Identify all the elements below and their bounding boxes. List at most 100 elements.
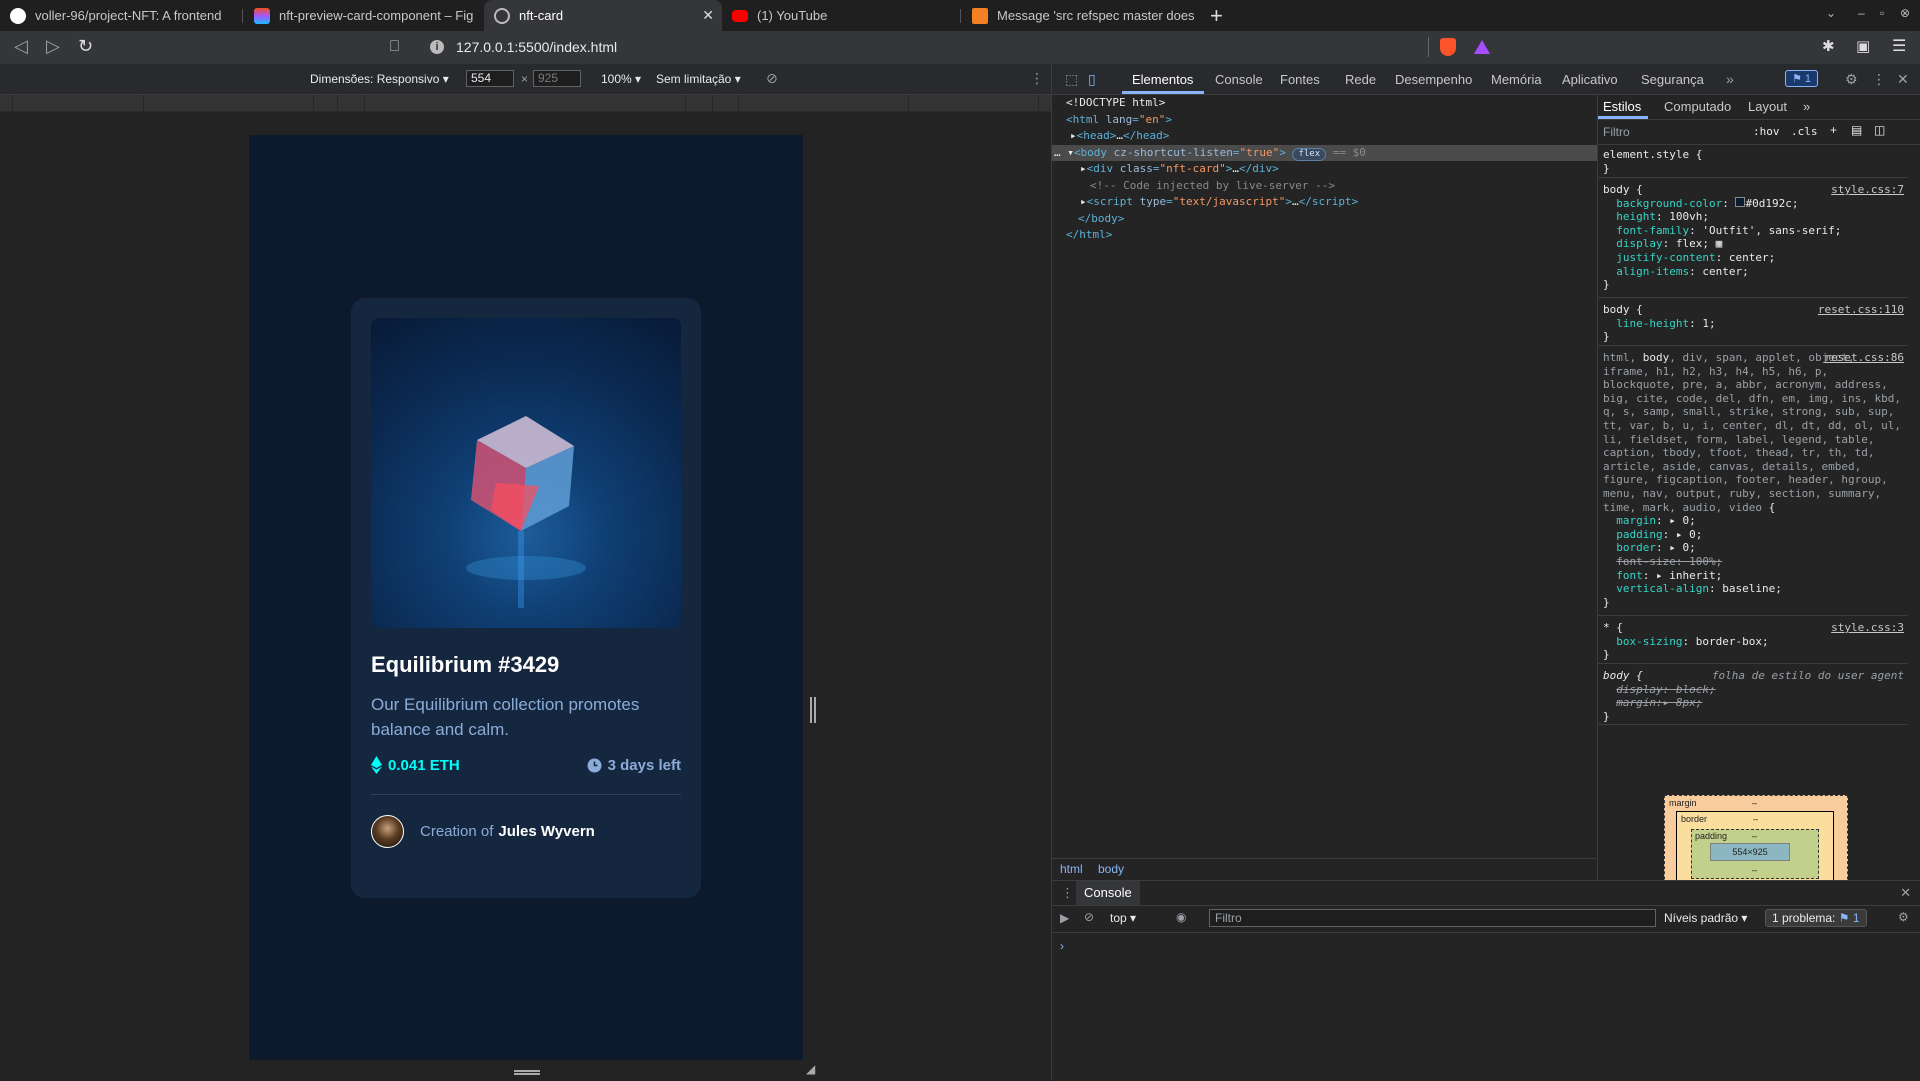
breadcrumb-html[interactable]: html — [1060, 862, 1083, 876]
issues-badge[interactable]: ⚑ 1 — [1785, 70, 1819, 87]
eye-icon[interactable]: ◉ — [1176, 910, 1186, 924]
tab-security[interactable]: Segurança — [1641, 72, 1704, 87]
tab-youtube[interactable]: (1) YouTube — [722, 0, 960, 31]
zoom-dropdown[interactable]: 100% ▾ — [601, 72, 641, 86]
resize-handle-bottom[interactable] — [514, 1070, 540, 1075]
back-icon[interactable]: ◁ — [14, 36, 28, 57]
creator-name[interactable]: Jules Wyvern — [498, 823, 594, 840]
console-prompt-icon[interactable]: › — [1060, 939, 1064, 953]
sidebar-icon[interactable]: ▶ — [1060, 911, 1069, 925]
extensions-icon[interactable]: ✱ — [1822, 37, 1835, 55]
tab-strip: voller-96/project-NFT: A frontend nft-pr… — [0, 0, 1920, 31]
dom-head[interactable]: ▸<head>…</head> — [1052, 128, 1614, 145]
dom-html-close[interactable]: </html> — [1052, 227, 1610, 244]
tab-github[interactable]: voller-96/project-NFT: A frontend — [0, 0, 242, 31]
tab-layout[interactable]: Layout — [1748, 99, 1787, 114]
close-drawer-icon[interactable]: ✕ — [1900, 885, 1911, 901]
console-filter-input[interactable]: Filtro — [1209, 909, 1656, 927]
globe-icon — [494, 7, 510, 24]
times-label: × — [521, 72, 529, 86]
hov-toggle[interactable]: :hov — [1753, 125, 1780, 138]
new-tab-button[interactable]: + — [1210, 3, 1223, 29]
source-reset-css-86[interactable]: reset.css:86 — [1825, 351, 1904, 365]
tab-memory[interactable]: Memória — [1491, 72, 1542, 87]
problems-button[interactable]: 1 problema: ⚑ 1 — [1765, 909, 1867, 927]
more-options-icon[interactable]: ⋮ — [1030, 70, 1044, 87]
close-tab-icon[interactable]: ✕ — [702, 7, 714, 24]
more-tabs-icon[interactable]: » — [1726, 71, 1734, 87]
sidebar-toggle-icon[interactable]: ◫ — [1874, 123, 1885, 137]
tab-computed[interactable]: Computado — [1664, 99, 1731, 114]
device-toggle-icon[interactable]: ▯ — [1088, 71, 1096, 88]
throttle-dropdown[interactable]: Sem limitação ▾ — [656, 72, 741, 86]
close-devtools-icon[interactable]: ✕ — [1897, 71, 1909, 88]
styles-filter-input[interactable]: Filtro — [1603, 125, 1630, 139]
source-reset-css-110[interactable]: reset.css:110 — [1818, 303, 1904, 317]
bookmark-icon[interactable]: ⎕ — [390, 38, 399, 55]
tab-figma[interactable]: nft-preview-card-component – Fig — [244, 0, 484, 31]
tab-network[interactable]: Rede — [1345, 72, 1376, 87]
settings-icon[interactable]: ⚙ — [1845, 71, 1858, 88]
cls-toggle[interactable]: .cls — [1791, 125, 1818, 138]
more-styles-tabs-icon[interactable]: » — [1803, 99, 1810, 114]
minimize-icon[interactable]: – — [1858, 6, 1865, 20]
devtools-menu-icon[interactable]: ⋮ — [1872, 71, 1886, 88]
close-window-icon[interactable]: ⊗ — [1900, 6, 1910, 20]
site-info-icon[interactable]: i — [430, 40, 444, 54]
reload-icon[interactable]: ↻ — [78, 36, 93, 57]
context-dropdown[interactable]: top ▾ — [1110, 911, 1136, 925]
tab-search-icon[interactable]: ⌄ — [1826, 6, 1836, 20]
maximize-icon[interactable]: ▫ — [1880, 6, 1884, 20]
new-rule-icon[interactable]: + — [1830, 123, 1837, 137]
user-agent-label: folha de estilo do user agent — [1711, 669, 1904, 682]
menu-icon[interactable]: ☰ — [1892, 36, 1906, 56]
tab-styles[interactable]: Estilos — [1603, 99, 1641, 114]
source-style-css-3[interactable]: style.css:3 — [1831, 621, 1904, 635]
tab-elements[interactable]: Elementos — [1132, 72, 1193, 87]
tab-application[interactable]: Aplicativo — [1562, 72, 1618, 87]
creator-prefix: Creation of — [420, 823, 494, 840]
rule-body-reset-line-height: reset.css:110 body { line-height: 1; } — [1598, 303, 1908, 346]
drawer-tab-console[interactable]: Console — [1076, 881, 1140, 905]
resize-handle-right[interactable] — [810, 697, 816, 723]
box-model-padding-label: padding — [1695, 831, 1728, 841]
dom-script[interactable]: ▸<script type="text/javascript">…</scrip… — [1052, 194, 1624, 211]
height-input[interactable]: 925 — [533, 70, 581, 87]
drawer-menu-icon[interactable]: ⋮ — [1061, 885, 1074, 901]
paint-icon[interactable]: ▤ — [1851, 123, 1862, 137]
media-query-ruler[interactable] — [0, 95, 1051, 112]
dom-html[interactable]: <html lang="en"> — [1052, 112, 1610, 129]
card-description: Our Equilibrium collection promotes bala… — [371, 695, 640, 739]
console-settings-icon[interactable]: ⚙ — [1898, 910, 1909, 924]
breadcrumb-body[interactable]: body — [1098, 862, 1124, 876]
address-bar[interactable]: i 127.0.0.1:5500/index.html — [418, 33, 1428, 61]
clear-console-icon[interactable]: ⊘ — [1084, 910, 1094, 924]
resize-corner-icon[interactable]: ◢ — [806, 1062, 815, 1076]
device-toolbar: Dimensões: Responsivo ▾ 554 × 925 100% ▾… — [0, 64, 1051, 95]
rotate-icon[interactable]: ⊘ — [766, 70, 778, 87]
tab-console[interactable]: Console — [1215, 72, 1263, 87]
dom-body[interactable]: … ▾<body cz-shortcut-listen="true"> flex… — [1052, 144, 1598, 161]
dom-body-close[interactable]: </body> — [1052, 211, 1622, 228]
nft-image[interactable] — [371, 318, 681, 628]
card-title[interactable]: Equilibrium #3429 — [371, 652, 681, 678]
rule-user-agent: folha de estilo do user agent body { dis… — [1598, 669, 1908, 725]
url-text: 127.0.0.1:5500/index.html — [456, 39, 618, 55]
dom-doctype[interactable]: <!DOCTYPE html> — [1052, 95, 1610, 112]
width-input[interactable]: 554 — [466, 70, 514, 87]
wallet-icon[interactable]: ▣ — [1856, 37, 1870, 55]
tab-performance[interactable]: Desempenho — [1395, 72, 1472, 87]
levels-dropdown[interactable]: Níveis padrão ▾ — [1664, 911, 1747, 925]
brave-shield-icon[interactable] — [1440, 38, 1456, 56]
dom-comment[interactable]: <!-- Code injected by live-server --> — [1052, 178, 1634, 195]
tab-sources[interactable]: Fontes — [1280, 72, 1320, 87]
forward-icon[interactable]: ▷ — [46, 36, 60, 57]
inspect-element-icon[interactable]: ⬚ — [1065, 71, 1078, 88]
brave-rewards-icon[interactable] — [1474, 40, 1490, 54]
dom-nft-card-div[interactable]: ▸<div class="nft-card">…</div> — [1052, 161, 1624, 178]
dimensions-dropdown[interactable]: Dimensões: Responsivo ▾ — [310, 72, 449, 86]
box-model-content[interactable]: 554×925 — [1710, 843, 1790, 861]
source-style-css-7[interactable]: style.css:7 — [1831, 183, 1904, 197]
tab-stackoverflow[interactable]: Message 'src refspec master does — [962, 0, 1198, 31]
tab-nft-card[interactable]: nft-card ✕ — [484, 0, 722, 31]
